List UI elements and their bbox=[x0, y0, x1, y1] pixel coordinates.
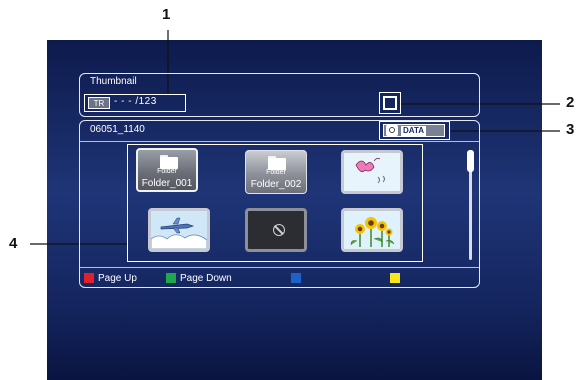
footer-divider bbox=[80, 267, 479, 268]
no-image-icon bbox=[273, 224, 285, 236]
yellow-key-icon bbox=[390, 273, 400, 283]
butterfly-image[interactable] bbox=[341, 150, 403, 194]
folder-label: Folder_002 bbox=[250, 179, 302, 190]
callout-2: 2 bbox=[566, 94, 575, 111]
callout-4: 4 bbox=[9, 235, 18, 252]
screen-title: Thumbnail bbox=[90, 76, 137, 87]
scrollbar-thumb[interactable] bbox=[467, 150, 474, 172]
yellow-key-legend bbox=[390, 272, 404, 284]
title-divider bbox=[80, 141, 479, 142]
blue-key-legend bbox=[291, 272, 305, 284]
sunflowers-image[interactable] bbox=[341, 208, 403, 252]
track-count: - - - /123 bbox=[114, 96, 157, 107]
airplane-image[interactable] bbox=[148, 208, 210, 252]
callout-3: 3 bbox=[566, 121, 575, 138]
media-type-label: DATA bbox=[401, 125, 427, 136]
media-type-badge: DATA bbox=[383, 124, 445, 137]
folder-icon bbox=[160, 155, 178, 169]
blue-key-icon bbox=[291, 273, 301, 283]
green-key-icon bbox=[166, 273, 176, 283]
folder-name: 06051_1140 bbox=[90, 124, 145, 135]
folder-icon bbox=[268, 156, 286, 170]
folder-thumbnail[interactable]: Folder Folder_002 bbox=[245, 150, 307, 194]
track-badge: TR bbox=[88, 97, 110, 109]
red-key-icon bbox=[84, 273, 94, 283]
callout-1: 1 bbox=[162, 6, 171, 23]
page-down-label: Page Down bbox=[180, 272, 232, 284]
page-up-label: Page Up bbox=[98, 272, 137, 284]
folder-label: Folder_001 bbox=[141, 178, 193, 189]
page-down-legend: Page Down bbox=[166, 272, 232, 284]
disc-icon bbox=[386, 125, 398, 136]
folder-type-label: Folder bbox=[157, 168, 177, 175]
page-up-legend: Page Up bbox=[84, 272, 137, 284]
unavailable-thumbnail[interactable] bbox=[245, 208, 307, 252]
stop-icon bbox=[383, 96, 397, 110]
folder-type-label: Folder bbox=[266, 169, 286, 176]
folder-thumbnail[interactable]: Folder Folder_001 bbox=[136, 148, 198, 192]
